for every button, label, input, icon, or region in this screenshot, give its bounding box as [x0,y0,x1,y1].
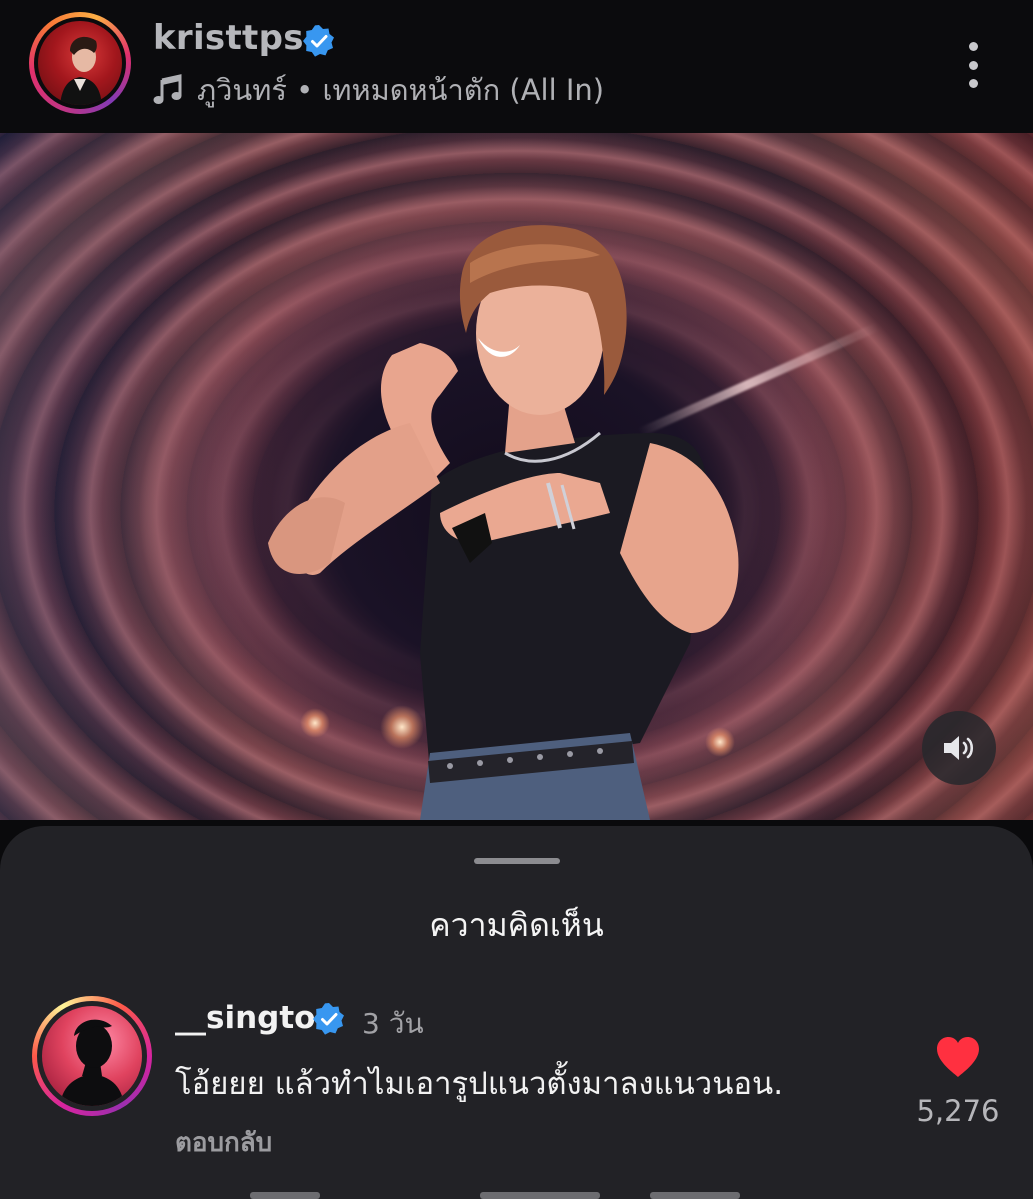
verified-badge-icon [313,1003,344,1035]
author-avatar[interactable] [29,12,131,114]
reel-viewer: kristtps ภูวินทร์ • เทหมดหน้าตัก (All In… [0,0,1033,1199]
next-comment-peek [230,1186,790,1199]
more-options-button[interactable] [955,38,991,92]
comment-timestamp: 3 วัน [362,1007,424,1040]
author-username[interactable]: kristtps [153,18,304,58]
sheet-drag-handle[interactable] [474,858,560,864]
heart-filled-icon[interactable] [935,1036,981,1078]
more-vertical-icon [968,42,978,51]
speaker-volume-icon [944,736,974,760]
audio-track[interactable]: ภูวินทร์ • เทหมดหน้าตัก (All In) [153,70,604,110]
comment-like-count: 5,276 [916,1094,1000,1128]
author-avatar-image [60,36,102,105]
comment-username[interactable]: __singto [175,1000,315,1036]
sheet-title: ความคิดเห็น [429,906,604,944]
sound-toggle-button[interactable] [922,711,996,785]
verified-badge-icon [303,25,334,57]
audio-track-label: ภูวินทร์ • เทหมดหน้าตัก (All In) [197,73,605,107]
performer-photo [268,225,739,820]
reply-button[interactable]: ตอบกลับ [175,1122,272,1163]
comment-text: โอ้ยยย แล้วทำไมเอารูปแนวตั้งมาลงแนวนอน. [175,1066,784,1102]
comments-sheet: ความคิดเห็น __singto 3 วัน โอ้ยยย แล้วทำ… [0,826,1033,1199]
reel-video[interactable] [0,133,1033,820]
commenter-avatar[interactable] [32,996,152,1116]
commenter-avatar-image [60,1019,124,1106]
music-note-icon [153,74,182,104]
post-header: kristtps ภูวินทร์ • เทหมดหน้าตัก (All In… [0,0,1033,133]
